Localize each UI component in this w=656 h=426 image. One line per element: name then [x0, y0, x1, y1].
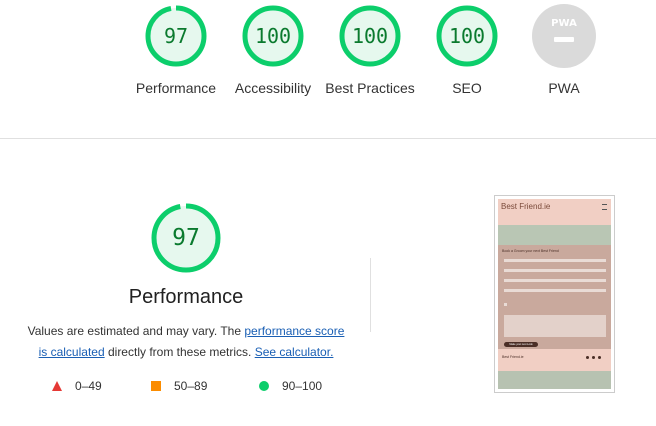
form-checkbox [504, 303, 507, 306]
performance-score: 97 [172, 225, 200, 251]
form-submit: Make your next Look [504, 342, 538, 347]
legend-average: 50–89 [150, 379, 207, 393]
final-screenshot[interactable]: Best Friend.ie Book a Groom your next Be… [494, 195, 615, 393]
score-value: 100 [254, 24, 292, 48]
performance-title: Performance [128, 286, 244, 308]
score-gauge-best-practices[interactable]: 100 [338, 4, 402, 68]
screenshot-form-area: Book a Groom your next Best Friend Make … [498, 245, 611, 349]
footer-brand: Best Friend.ie [502, 355, 524, 359]
desc-text: Values are estimated and may vary. The [27, 324, 245, 338]
circle-icon [259, 381, 269, 391]
score-gauge-accessibility[interactable]: 100 [241, 4, 305, 68]
form-field [504, 269, 606, 272]
section-divider [0, 138, 656, 139]
svg-text:PWA: PWA [551, 18, 577, 29]
score-gauge-seo[interactable]: 100 [435, 4, 499, 68]
menu-icon [602, 204, 607, 210]
form-textarea [504, 315, 606, 337]
screenshot-bottom-band [498, 371, 611, 389]
score-label-seo: SEO [452, 80, 482, 96]
social-icon [598, 356, 601, 359]
legend-fail: 0–49 [51, 379, 102, 393]
score-gauge-pwa[interactable]: PWA [532, 4, 596, 68]
score-value: 100 [351, 24, 389, 48]
performance-gauge: 97 [150, 202, 222, 274]
performance-description: Values are estimated and may vary. The p… [22, 321, 350, 363]
social-icon [586, 356, 589, 359]
pwa-badge-icon: PWA [532, 4, 596, 68]
form-field [504, 259, 606, 262]
legend-range: 0–49 [75, 379, 102, 393]
score-label-performance: Performance [135, 80, 217, 96]
form-field [504, 279, 606, 282]
see-calculator-link[interactable]: See calculator. [255, 345, 334, 359]
screenshot-band [498, 225, 611, 245]
screenshot-brand: Best Friend.ie [501, 202, 551, 211]
form-title: Book a Groom your next Best Friend [502, 249, 559, 253]
legend-pass: 90–100 [258, 379, 322, 393]
form-select [504, 289, 606, 292]
score-gauge-performance[interactable]: 97 [144, 4, 208, 68]
score-label-accessibility: Accessibility [234, 80, 312, 96]
score-value: 100 [448, 24, 486, 48]
score-label-best-practices: Best Practices [325, 80, 415, 96]
social-icon [592, 356, 595, 359]
legend-range: 90–100 [282, 379, 323, 393]
score-value: 97 [163, 24, 189, 48]
triangle-icon [52, 381, 62, 391]
legend-range: 50–89 [174, 379, 208, 393]
square-icon [151, 381, 161, 391]
desc-text: directly from these metrics. [104, 345, 255, 359]
screenshot-footer: Best Friend.ie [498, 349, 611, 371]
screenshot-page: Best Friend.ie Book a Groom your next Be… [498, 199, 611, 389]
vertical-divider [370, 258, 371, 332]
score-label-pwa: PWA [548, 80, 580, 96]
